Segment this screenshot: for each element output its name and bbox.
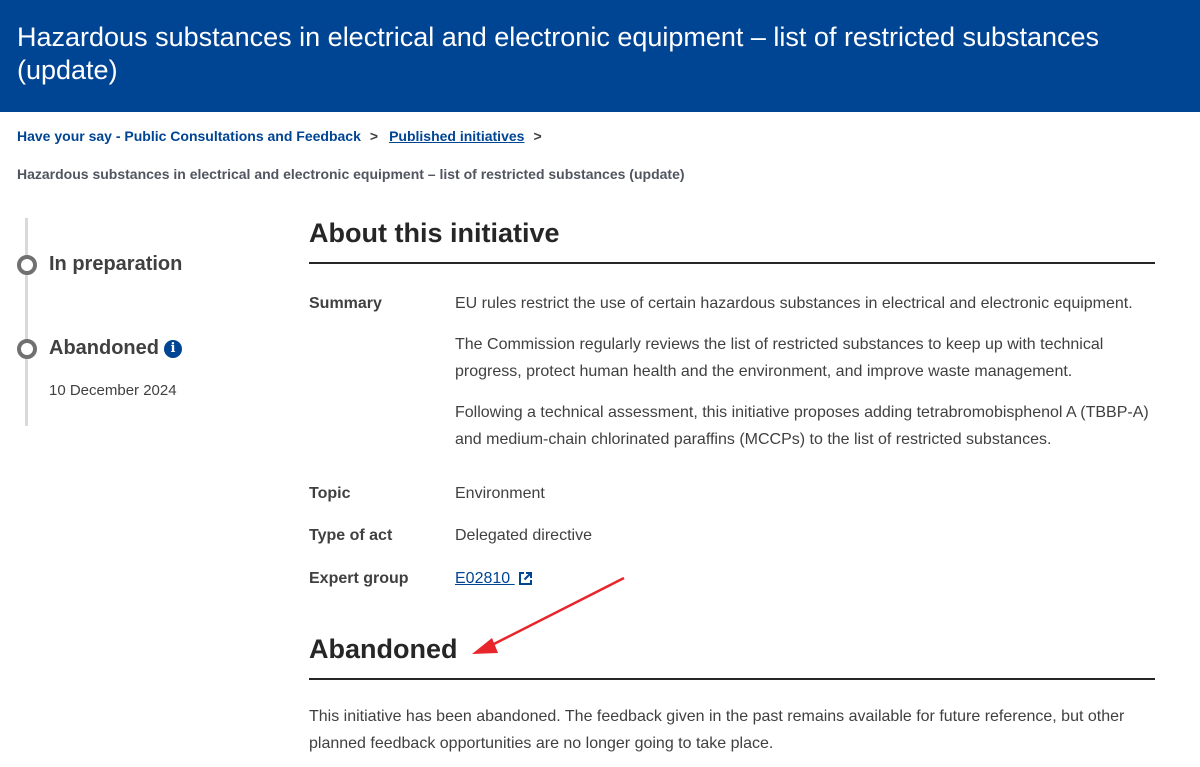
step-date: 10 December 2024 xyxy=(49,382,177,399)
section-divider xyxy=(309,678,1155,680)
step-label: Abandoned xyxy=(49,337,159,359)
initiative-timeline: In preparation Abandoned i 10 December 2… xyxy=(17,218,277,428)
summary-paragraph: Following a technical assessment, this i… xyxy=(455,404,1149,448)
section-title-abandoned: Abandoned xyxy=(309,634,458,664)
topic-label: Topic xyxy=(309,485,351,502)
external-link-icon xyxy=(518,572,532,585)
timeline-step-in-preparation: In preparation xyxy=(17,253,182,276)
timeline-line xyxy=(25,218,28,426)
expert-group-label: Expert group xyxy=(309,570,409,587)
step-label: In preparation xyxy=(49,253,183,275)
type-of-act-value: Delegated directive xyxy=(455,527,592,544)
section-title-about: About this initiative xyxy=(309,218,560,248)
chevron-right-icon: > xyxy=(369,128,379,144)
about-section: About this initiative Summary EU rules r… xyxy=(309,218,1155,587)
expert-group-link[interactable]: E02810 xyxy=(455,570,532,587)
info-icon[interactable]: i xyxy=(164,339,182,358)
step-dot-icon xyxy=(17,338,37,359)
page-title: Hazardous substances in electrical and e… xyxy=(17,22,1100,85)
breadcrumb-link-published-initiatives[interactable]: Published initiatives xyxy=(389,128,524,144)
step-dot-icon xyxy=(17,254,37,275)
topic-value: Environment xyxy=(455,485,545,502)
breadcrumb-link-have-your-say[interactable]: Have your say - Public Consultations and… xyxy=(17,128,361,144)
summary-paragraph: The Commission regularly reviews the lis… xyxy=(455,336,1104,380)
breadcrumb: Have your say - Public Consultations and… xyxy=(17,128,553,144)
chevron-right-icon: > xyxy=(533,128,542,144)
type-of-act-label: Type of act xyxy=(309,527,393,544)
timeline-step-abandoned: Abandoned i xyxy=(17,337,182,360)
breadcrumb-current: Hazardous substances in electrical and e… xyxy=(17,166,685,182)
section-divider xyxy=(309,262,1155,264)
summary-paragraph: EU rules restrict the use of certain haz… xyxy=(455,295,1133,312)
expert-group-value: E02810 xyxy=(455,565,1155,592)
abandoned-text: This initiative has been abandoned. The … xyxy=(309,708,1125,752)
summary-label: Summary xyxy=(309,295,382,312)
page-banner: Hazardous substances in electrical and e… xyxy=(0,0,1200,112)
summary-value: EU rules restrict the use of certain haz… xyxy=(455,290,1155,467)
